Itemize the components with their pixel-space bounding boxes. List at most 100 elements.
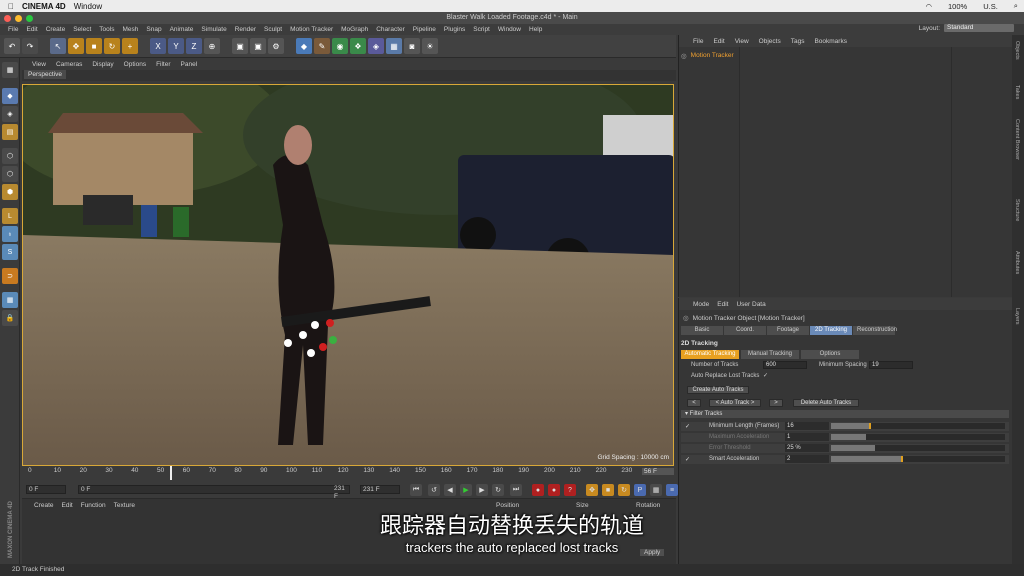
y-axis-icon[interactable]: Y xyxy=(168,38,184,54)
search-icon[interactable]: ⌕ xyxy=(1014,1,1018,11)
magnet-icon[interactable]: ⊃ xyxy=(2,268,18,284)
delete-auto-tracks-button[interactable]: Delete Auto Tracks xyxy=(793,399,859,407)
menu-item-sculpt[interactable]: Sculpt xyxy=(264,26,282,33)
keyframe-selection-icon[interactable]: ? xyxy=(564,484,576,496)
edges-mode-icon[interactable]: ⬡ xyxy=(2,166,18,182)
coordinate-system-icon[interactable]: ⊕ xyxy=(204,38,220,54)
viewport-menu-filter[interactable]: Filter xyxy=(156,61,170,68)
render-settings-icon[interactable]: ⚙ xyxy=(268,38,284,54)
menu-item-mesh[interactable]: Mesh xyxy=(122,26,138,33)
tab-2d-tracking[interactable]: 2D Tracking xyxy=(810,326,852,335)
auto-track-button[interactable]: < Auto Track > xyxy=(709,399,761,407)
manager-tab-attributes[interactable]: Attributes xyxy=(1014,251,1020,274)
menu-item-simulate[interactable]: Simulate xyxy=(201,26,226,33)
attribute-menu-edit[interactable]: Edit xyxy=(717,301,728,308)
range-start-field[interactable]: 0 F xyxy=(78,485,350,494)
model-mode-icon[interactable]: ◆ xyxy=(2,88,18,104)
filter-slider[interactable] xyxy=(831,445,1005,451)
filter-checkbox[interactable]: ✓ xyxy=(685,423,691,430)
manager-tab-structure[interactable]: Structure xyxy=(1014,199,1020,221)
record-keys-icon[interactable]: ● xyxy=(532,484,544,496)
menu-item-select[interactable]: Select xyxy=(73,26,91,33)
auto-replace-checkbox[interactable]: ✓ xyxy=(763,372,768,379)
object-menu-view[interactable]: View xyxy=(735,38,749,45)
object-name[interactable]: Motion Tracker xyxy=(691,52,734,59)
filter-tracks-header[interactable]: ▾ Filter Tracks xyxy=(681,410,1009,418)
menu-item-pipeline[interactable]: Pipeline xyxy=(413,26,436,33)
menu-item-animate[interactable]: Animate xyxy=(170,26,194,33)
rotate-tool-icon[interactable]: ↻ xyxy=(104,38,120,54)
axis-mode-icon[interactable]: L xyxy=(2,208,18,224)
object-menu-file[interactable]: File xyxy=(693,38,703,45)
play-icon[interactable]: ▶ xyxy=(460,484,472,496)
scheme-icon[interactable]: ≡ xyxy=(666,484,678,496)
menu-item-window[interactable]: Window xyxy=(498,26,521,33)
viewport-camera-label[interactable]: Perspective xyxy=(24,70,66,79)
wifi-icon[interactable]: ◠ xyxy=(925,2,932,11)
attribute-menu-user-data[interactable]: User Data xyxy=(736,301,765,308)
window-menu[interactable]: Window xyxy=(74,2,102,11)
deformer-icon[interactable]: ◈ xyxy=(368,38,384,54)
filter-value-field[interactable]: 1 xyxy=(785,433,829,441)
battery-label[interactable]: 100% xyxy=(948,2,967,11)
cube-icon[interactable]: ◆ xyxy=(296,38,312,54)
rotation-key-icon[interactable]: ↻ xyxy=(618,484,630,496)
object-row-motion-tracker[interactable]: ◎ Motion Tracker xyxy=(681,51,734,60)
manager-tab-content-browser[interactable]: Content Browser xyxy=(1014,119,1020,160)
tab-coord-[interactable]: Coord. xyxy=(724,326,766,335)
x-axis-icon[interactable]: X xyxy=(150,38,166,54)
range-end-field[interactable]: 231 F xyxy=(332,485,350,500)
prev-key-icon[interactable]: ↺ xyxy=(428,484,440,496)
apple-icon[interactable]:  xyxy=(8,2,14,11)
scale-tool-icon[interactable]: ■ xyxy=(86,38,102,54)
camera-icon[interactable]: ◙ xyxy=(404,38,420,54)
render-view-icon[interactable]: ▣ xyxy=(232,38,248,54)
undo-icon[interactable]: ↶ xyxy=(4,38,20,54)
next-frame-icon[interactable]: ▶ xyxy=(476,484,488,496)
menu-item-character[interactable]: Character xyxy=(376,26,405,33)
light-icon[interactable]: ☀ xyxy=(422,38,438,54)
viewport-menu-cameras[interactable]: Cameras xyxy=(56,61,82,68)
position-key-icon[interactable]: ✥ xyxy=(586,484,598,496)
filter-value-field[interactable]: 25 % xyxy=(785,444,829,452)
create-auto-tracks-button[interactable]: Create Auto Tracks xyxy=(687,386,749,394)
subdivision-icon[interactable]: ◉ xyxy=(332,38,348,54)
viewport-menu-view[interactable]: View xyxy=(32,61,46,68)
array-icon[interactable]: ❖ xyxy=(350,38,366,54)
menu-item-mograph[interactable]: MoGraph xyxy=(341,26,368,33)
filter-slider[interactable] xyxy=(831,456,1005,462)
menu-item-snap[interactable]: Snap xyxy=(146,26,161,33)
track-backward-button[interactable]: < xyxy=(687,399,701,407)
end-frame-field[interactable]: 231 F xyxy=(360,485,400,494)
filter-checkbox[interactable] xyxy=(685,445,691,451)
object-menu-edit[interactable]: Edit xyxy=(713,38,724,45)
render-picture-viewer-icon[interactable]: ▣ xyxy=(250,38,266,54)
recent-tools-icon[interactable]: + xyxy=(122,38,138,54)
param-key-icon[interactable]: P xyxy=(634,484,646,496)
subtab-manual-tracking[interactable]: Manual Tracking xyxy=(741,350,799,359)
subtab-automatic-tracking[interactable]: Automatic Tracking xyxy=(681,350,739,359)
number-of-tracks-field[interactable]: 600 xyxy=(763,361,807,369)
timeline-ruler[interactable]: 56 F 0 10 20 30 40 50 60 70 80 90 100 110 120 130 140 1… xyxy=(22,466,676,480)
tweak-mode-icon[interactable]: ♁ xyxy=(2,226,18,242)
workplane-icon[interactable]: ▤ xyxy=(2,124,18,140)
autokey-icon[interactable]: ● xyxy=(548,484,560,496)
pen-icon[interactable]: ✎ xyxy=(314,38,330,54)
menu-item-edit[interactable]: Edit xyxy=(26,26,37,33)
polygons-mode-icon[interactable]: ⬢ xyxy=(2,184,18,200)
quantize-icon[interactable]: ▦ xyxy=(2,292,18,308)
menu-item-render[interactable]: Render xyxy=(235,26,256,33)
scale-key-icon[interactable]: ■ xyxy=(602,484,614,496)
texture-mode-icon[interactable]: ◈ xyxy=(2,106,18,122)
app-menu[interactable]: CINEMA 4D xyxy=(22,2,66,11)
playhead[interactable] xyxy=(170,466,172,480)
filter-slider[interactable] xyxy=(831,434,1005,440)
tab-basic[interactable]: Basic xyxy=(681,326,723,335)
redo-icon[interactable]: ↷ xyxy=(22,38,38,54)
tab-reconstruction[interactable]: Reconstruction xyxy=(853,326,897,335)
menu-item-file[interactable]: File xyxy=(8,26,18,33)
z-axis-icon[interactable]: Z xyxy=(186,38,202,54)
menu-item-motion-tracker[interactable]: Motion Tracker xyxy=(290,26,333,33)
input-source[interactable]: U.S. xyxy=(983,2,998,11)
filter-checkbox[interactable]: ✓ xyxy=(685,456,691,463)
